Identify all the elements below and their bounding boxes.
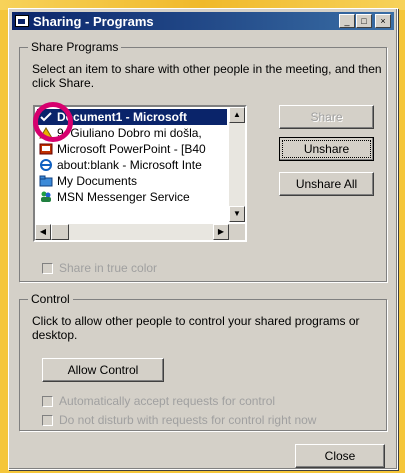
list-item[interactable]: My Documents (37, 173, 227, 189)
scroll-right-button[interactable]: ▶ (213, 224, 229, 240)
auto-accept-checkbox[interactable]: Automatically accept requests for contro… (42, 394, 275, 408)
do-not-disturb-label: Do not disturb with requests for control… (59, 413, 317, 427)
list-item-label: about:blank - Microsoft Inte (57, 158, 202, 172)
checkbox-box[interactable] (42, 262, 53, 274)
highlight-circle (33, 102, 73, 142)
list-item[interactable]: about:blank - Microsoft Inte (37, 157, 227, 173)
close-button[interactable]: Close (295, 444, 385, 468)
minimize-button[interactable]: _ (339, 14, 355, 28)
allow-control-button[interactable]: Allow Control (42, 358, 164, 382)
do-not-disturb-checkbox[interactable]: Do not disturb with requests for control… (42, 413, 316, 427)
powerpoint-icon (39, 143, 53, 155)
share-programs-legend: Share Programs (28, 40, 122, 54)
folder-icon (39, 175, 53, 187)
scroll-left-button[interactable]: ◀ (35, 224, 51, 240)
auto-accept-label: Automatically accept requests for contro… (59, 394, 276, 408)
unshare-button[interactable]: Unshare (279, 137, 374, 161)
title-bar[interactable]: Sharing - Programs _ □ × (12, 12, 394, 30)
window-title: Sharing - Programs (33, 13, 154, 29)
scroll-down-button[interactable]: ▼ (229, 206, 245, 222)
share-button[interactable]: Share (279, 105, 374, 129)
list-horizontal-scrollbar[interactable]: ◀ ▶ (35, 224, 229, 240)
list-item-label: 9. Giuliano Dobro mi došla, (57, 126, 202, 140)
scroll-corner (229, 224, 245, 240)
control-legend: Control (28, 292, 73, 306)
list-item-label: My Documents (57, 174, 138, 188)
control-group: Control Click to allow other people to c… (19, 292, 387, 431)
list-item-label: Document1 - Microsoft (57, 110, 188, 124)
list-item[interactable]: MSN Messenger Service (37, 189, 227, 205)
share-description: Select an item to share with other peopl… (32, 62, 382, 90)
checkbox-box[interactable] (42, 414, 53, 426)
internet-explorer-icon (40, 159, 52, 171)
list-vertical-scrollbar[interactable]: ▲ ▼ (229, 107, 245, 222)
scroll-thumb[interactable] (51, 224, 69, 240)
window-icon (15, 15, 29, 27)
share-true-color-checkbox[interactable]: Share in true color (42, 261, 157, 275)
list-item-label: Microsoft PowerPoint - [B40 (57, 142, 206, 156)
share-true-color-label: Share in true color (59, 261, 158, 275)
control-description: Click to allow other people to control y… (32, 314, 360, 342)
msn-messenger-icon (41, 191, 51, 202)
list-item[interactable]: Microsoft PowerPoint - [B40 (37, 141, 227, 157)
unshare-all-button[interactable]: Unshare All (279, 172, 374, 196)
maximize-button[interactable]: □ (356, 14, 372, 28)
checkbox-box[interactable] (42, 395, 53, 407)
scroll-up-button[interactable]: ▲ (229, 107, 245, 123)
list-item-label: MSN Messenger Service (57, 190, 190, 204)
sharing-dialog: Sharing - Programs _ □ × Share Programs … (8, 8, 398, 470)
close-window-button[interactable]: × (375, 14, 391, 28)
